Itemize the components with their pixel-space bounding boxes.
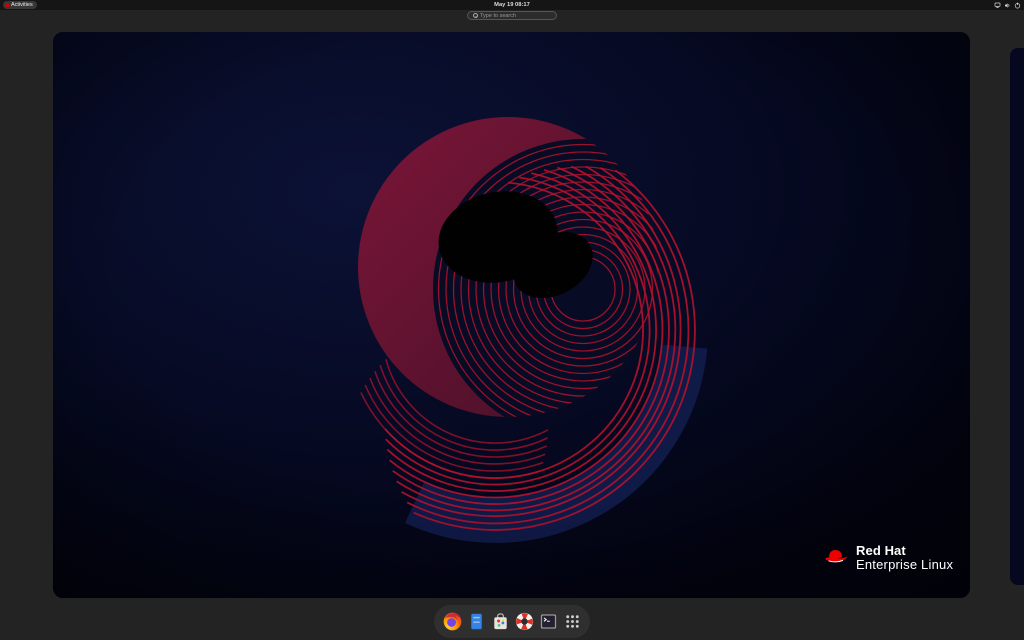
redhat-logo-line2: Enterprise Linux [856, 558, 953, 572]
search-icon [473, 13, 478, 18]
rhel9-wallpaper-art [53, 32, 970, 598]
firefox-icon [442, 611, 463, 632]
dock-item-firefox[interactable] [441, 611, 463, 633]
search-input[interactable] [480, 13, 551, 19]
activities-indicator-dot [5, 3, 9, 7]
help-lifebuoy-icon [514, 611, 535, 632]
dash [434, 605, 590, 638]
dock-item-files[interactable] [465, 611, 487, 633]
dock-item-software[interactable] [489, 611, 511, 633]
system-status-tray[interactable] [994, 0, 1021, 10]
workspace-window-preview[interactable]: Red Hat Enterprise Linux [53, 32, 970, 598]
next-workspace-preview[interactable] [1010, 48, 1024, 585]
dock-item-terminal[interactable] [537, 611, 559, 633]
network-icon [994, 2, 1001, 9]
software-icon [490, 611, 511, 632]
redhat-logo: Red Hat Enterprise Linux [823, 544, 953, 571]
files-icon [466, 611, 487, 632]
search-field[interactable] [467, 11, 557, 20]
volume-icon [1004, 2, 1011, 9]
power-icon [1014, 2, 1021, 9]
redhat-logo-line1: Red Hat [856, 544, 953, 558]
terminal-icon [538, 611, 559, 632]
redhat-fedora-icon [823, 546, 849, 566]
dock-item-help[interactable] [513, 611, 535, 633]
activities-button[interactable]: Activities [3, 1, 37, 9]
activities-label: Activities [11, 1, 33, 9]
app-grid-icon [562, 611, 583, 632]
show-apps-button[interactable] [561, 611, 583, 633]
top-bar: Activities May 19 08:17 [0, 0, 1024, 10]
clock-menu[interactable]: May 19 08:17 [494, 0, 530, 10]
